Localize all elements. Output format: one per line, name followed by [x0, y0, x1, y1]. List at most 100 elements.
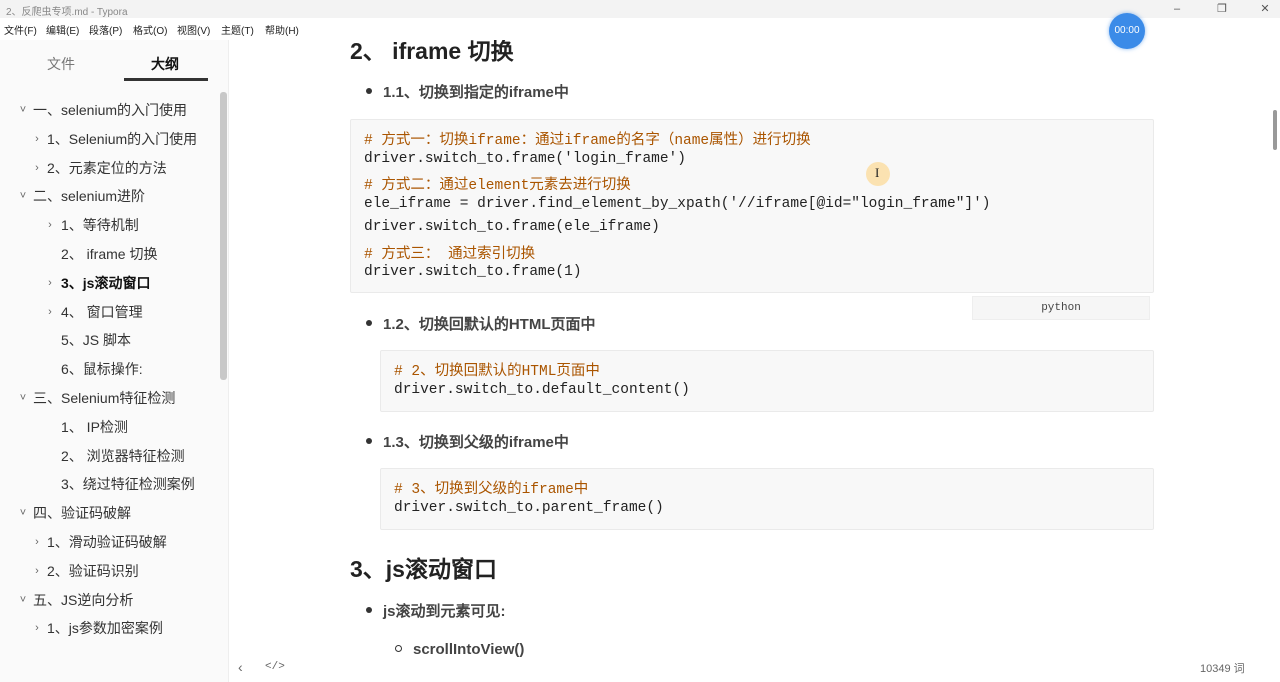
outline-item-label: 1、等待机制: [61, 217, 139, 234]
chevron-right-icon[interactable]: ›: [31, 125, 43, 154]
outline-item-label: 三、Selenium特征检测: [33, 389, 176, 406]
chevron-right-icon[interactable]: ›: [31, 614, 43, 643]
outline-item-label: 2、 浏览器特征检测: [61, 447, 185, 464]
close-icon[interactable]: ✕: [1250, 1, 1280, 17]
outline-item[interactable]: 6、鼠标操作:: [0, 355, 220, 384]
maximize-icon[interactable]: ❐: [1207, 1, 1237, 17]
minimize-icon[interactable]: –: [1162, 1, 1192, 17]
menu-paragraph[interactable]: 段落(P): [89, 22, 122, 37]
chevron-right-icon[interactable]: ›: [44, 269, 56, 298]
bullet-1-3: 1.3、切换到父级的iframe中: [366, 431, 569, 452]
code-line: driver.switch_to.frame(1): [364, 264, 582, 281]
outline-item-label: 1、 IP检测: [61, 418, 128, 435]
outline-item[interactable]: › 2、验证码识别: [0, 557, 220, 586]
chevron-right-icon[interactable]: ›: [44, 211, 56, 240]
code-comment-line: # 方式三： 通过索引切换: [364, 246, 536, 263]
code-block-default-content[interactable]: # 2、切换回默认的HTML页面中 driver.switch_to.defaul…: [380, 350, 1154, 412]
title-bar: 2、反爬虫专项.md - Typora – ❐ ✕: [0, 0, 1280, 18]
outline-item[interactable]: › 1、js参数加密案例: [0, 614, 220, 643]
outline-item-label: 四、验证码破解: [33, 505, 131, 522]
outline-item[interactable]: › 2、元素定位的方法: [0, 154, 220, 183]
outline-item-label: 1、Selenium的入门使用: [47, 130, 198, 147]
outline-item-label: 2、 iframe 切换: [61, 245, 158, 262]
menu-theme[interactable]: 主题(T): [221, 22, 254, 37]
outline-item[interactable]: › 1、等待机制: [0, 211, 220, 240]
chevron-right-icon[interactable]: ›: [44, 298, 56, 327]
outline-item-label: 2、元素定位的方法: [47, 159, 167, 176]
outline-item-label: 3、js滚动窗口: [61, 274, 151, 291]
outline-item-label: 3、绕过特征检测案例: [61, 476, 195, 493]
timer-badge[interactable]: 00:00: [1109, 13, 1145, 49]
word-count[interactable]: 10349 词: [1200, 660, 1245, 676]
menu-help[interactable]: 帮助(H): [265, 22, 299, 37]
outline-item[interactable]: ˅ 二、selenium进阶: [0, 182, 220, 211]
chevron-right-icon[interactable]: ›: [31, 528, 43, 557]
bullet-1-1: 1.1、切换到指定的iframe中: [366, 81, 569, 102]
outline-item[interactable]: ˅ 一、selenium的入门使用: [0, 96, 220, 125]
code-language-tag[interactable]: python: [972, 296, 1150, 320]
outline-item-label: 1、js参数加密案例: [47, 620, 163, 637]
active-tab-indicator: [124, 78, 208, 81]
menu-file[interactable]: 文件(F): [4, 22, 37, 37]
code-comment-line: # 2、切换回默认的HTML页面中: [394, 364, 600, 380]
outline-item[interactable]: › 3、js滚动窗口: [0, 269, 220, 298]
code-line: driver.switch_to.frame(ele_iframe): [364, 218, 660, 235]
bullet-circle: [395, 644, 402, 652]
tab-files[interactable]: 文件: [47, 54, 75, 74]
code-comment-line: # 方式二：通过element元素去进行切换: [364, 178, 631, 195]
code-block-parent-frame[interactable]: # 3、切换到父级的iframe中 driver.switch_to.parent…: [380, 468, 1154, 530]
outline-item[interactable]: › 4、 窗口管理: [0, 298, 220, 327]
outline-list: ˅ 一、selenium的入门使用 › 1、Selenium的入门使用 › 2、元素定位的…: [0, 96, 220, 682]
outline-item-label: 2、验证码识别: [47, 562, 139, 579]
code-comment-line: # 3、切换到父级的iframe中: [394, 482, 589, 498]
chevron-down-icon[interactable]: ˅: [17, 182, 29, 211]
code-line: driver.switch_to.default_content(): [394, 381, 690, 398]
outline-item[interactable]: 2、 浏览器特征检测: [0, 442, 220, 471]
outline-item[interactable]: ˅ 四、验证码破解: [0, 499, 220, 528]
outline-item-label: 6、鼠标操作:: [61, 361, 143, 378]
menu-edit[interactable]: 编辑(E): [46, 22, 79, 37]
chevron-down-icon[interactable]: ˅: [17, 384, 29, 413]
outline-item-label: 5、JS 脚本: [61, 332, 132, 349]
menu-format[interactable]: 格式(O): [133, 22, 167, 37]
bullet-js-scroll: js滚动到元素可见:: [366, 600, 506, 621]
outline-item[interactable]: ˅ 三、Selenium特征检测: [0, 384, 220, 413]
chevron-down-icon[interactable]: ˅: [17, 586, 29, 615]
chevron-right-icon[interactable]: ›: [31, 154, 43, 183]
menu-view[interactable]: 视图(V): [177, 22, 210, 37]
chevron-down-icon[interactable]: ˅: [17, 499, 29, 528]
bullet-dot: [366, 88, 372, 95]
outline-item-label: 1、滑动验证码破解: [47, 533, 167, 550]
editor-scrollbar[interactable]: [1273, 110, 1277, 150]
chevron-down-icon[interactable]: ˅: [17, 96, 29, 125]
outline-item-label: 五、JS逆向分析: [33, 591, 134, 608]
menu-bar: 文件(F) 编辑(E) 段落(P) 格式(O) 视图(V) 主题(T) 帮助(H…: [0, 18, 1280, 40]
outline-item-label: 一、selenium的入门使用: [33, 102, 188, 118]
chevron-right-icon[interactable]: ›: [31, 557, 43, 586]
outline-item-label: 4、 窗口管理: [61, 303, 143, 320]
code-line: driver.switch_to.parent_frame(): [394, 499, 664, 516]
outline-item[interactable]: 1、 IP检测: [0, 413, 220, 442]
sidebar-footer: [0, 648, 228, 682]
heading-js-scroll: 3、js滚动窗口: [350, 556, 497, 582]
bullet-dot: [366, 438, 372, 445]
outline-item[interactable]: 3、绕过特征检测案例: [0, 470, 220, 499]
outline-item[interactable]: 2、 iframe 切换: [0, 240, 220, 269]
outline-item[interactable]: › 1、滑动验证码破解: [0, 528, 220, 557]
outline-item-label: 二、selenium进阶: [33, 188, 146, 205]
bullet-dot: [366, 320, 372, 327]
sidebar-scrollbar[interactable]: [220, 92, 227, 380]
window-title: 2、反爬虫专项.md - Typora: [6, 7, 128, 18]
text-cursor-icon: I: [875, 165, 880, 180]
outline-item[interactable]: ˅ 五、JS逆向分析: [0, 586, 220, 615]
bullet-dot: [366, 607, 372, 614]
tab-outline[interactable]: 大纲: [151, 54, 179, 74]
outline-item[interactable]: › 1、Selenium的入门使用: [0, 125, 220, 154]
editor-content[interactable]: 2、 iframe 切换 1.1、切换到指定的iframe中 # 方式一：切换i…: [230, 40, 1280, 682]
code-comment-line: # 方式一：切换iframe：通过iframe的名字（name属性）进行切换: [364, 133, 811, 149]
code-block-iframe-switch[interactable]: # 方式一：切换iframe：通过iframe的名字（name属性）进行切换 dr…: [350, 119, 1154, 293]
sidebar: 文件 大纲 ˅ 一、selenium的入门使用 › 1、Selenium的入门使用 › 2…: [0, 40, 229, 682]
outline-item[interactable]: 5、JS 脚本: [0, 326, 220, 355]
sub-bullet-scrollintoview: scrollIntoView(): [395, 641, 524, 658]
code-line: driver.switch_to.frame('login_frame'): [364, 150, 686, 167]
